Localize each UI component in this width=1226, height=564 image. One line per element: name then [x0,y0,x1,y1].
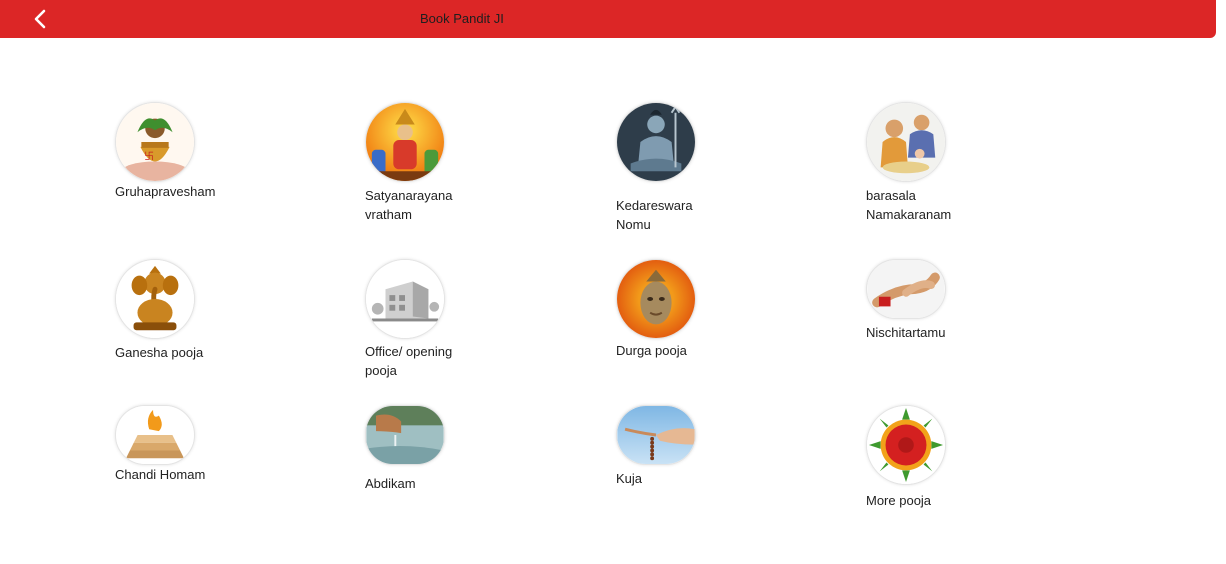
service-label: Durga pooja [616,343,687,358]
back-button[interactable] [28,6,52,32]
flower-rangoli-icon [866,405,946,485]
chevron-left-icon [34,9,46,29]
service-label: Office/ opening pooja [365,344,453,378]
svg-text:卐: 卐 [144,151,154,163]
office-building-icon [365,259,445,339]
service-label: Satyanarayana vratham [365,188,453,222]
service-label: More pooja [866,493,932,508]
service-durga[interactable]: Durga pooja [616,259,756,360]
service-more-pooja[interactable]: More pooja [866,405,1006,510]
service-barasala[interactable]: barasala Namakaranam [866,102,961,224]
service-kedareswara[interactable]: Kedareswara Nomu [616,102,706,234]
service-label: Gruhapravesham [115,184,216,199]
service-ganesha[interactable]: Ganesha pooja [115,259,255,362]
satyanarayana-icon [365,102,445,182]
service-label: Chandi Homam [115,467,206,482]
service-abdikam[interactable]: Abdikam [365,405,505,493]
service-gruhapravesham[interactable]: 卐 Gruhapravesham [115,102,255,201]
app-header: Book Pandit JI [0,0,1216,38]
kalash-icon: 卐 [115,102,195,182]
engagement-hands-icon [866,259,946,319]
naming-ceremony-icon [866,102,946,182]
service-label: Kuja [616,471,643,486]
service-chandi-homam[interactable]: Chandi Homam [115,405,255,484]
service-label: Kedareswara Nomu [616,198,693,232]
ganesha-icon [115,259,195,339]
service-kuja[interactable]: Kuja [616,405,756,488]
rudraksha-hand-icon [616,405,696,465]
service-label: Ganesha pooja [115,345,204,360]
service-label: Nischitartamu [866,325,946,340]
service-label: Abdikam [365,476,416,491]
service-office-opening[interactable]: Office/ opening pooja [365,259,465,380]
service-label: barasala Namakaranam [866,188,952,222]
homam-fire-icon [115,405,195,465]
shiva-icon [616,102,696,182]
durga-icon [616,259,696,339]
service-satyanarayana[interactable]: Satyanarayana vratham [365,102,465,224]
page-title: Book Pandit JI [420,11,504,26]
water-offering-icon [365,405,445,465]
service-nischitartamu[interactable]: Nischitartamu [866,259,1006,342]
